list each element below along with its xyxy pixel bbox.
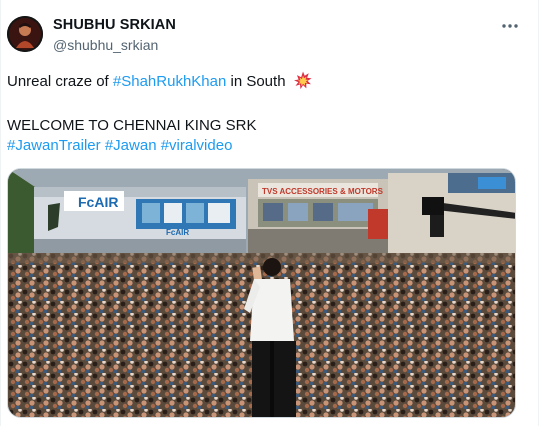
tweet-text-line-1: Unreal craze of #ShahRukhKhan in South [7, 71, 312, 91]
tweet-text-after: in South [226, 73, 286, 90]
hashtag-jawantrailer[interactable]: #JawanTrailer [7, 137, 101, 154]
avatar[interactable] [7, 16, 43, 52]
store-brand-sign-small: FcAIR [166, 228, 189, 237]
tweet-hashtags: #JawanTrailer #Jawan #viralvideo [7, 136, 232, 155]
tweet-video[interactable]: FcAIR FcAIR TVS ACCESSORIES & MOTORS [7, 168, 516, 418]
avatar-image [7, 16, 43, 52]
store-brand-sign: FcAIR [78, 194, 118, 210]
hashtag-shahrukhkhan[interactable]: #ShahRukhKhan [113, 73, 226, 90]
user-handle[interactable]: @shubhu_srkian [53, 37, 158, 53]
tweet-text-line-2: WELCOME TO CHENNAI KING SRK [7, 117, 257, 134]
collision-emoji [293, 71, 312, 89]
hashtag-viralvideo[interactable]: #viralvideo [161, 137, 233, 154]
hashtag-jawan[interactable]: #Jawan [105, 137, 157, 154]
more-options-icon[interactable] [499, 17, 521, 35]
tweet-card[interactable]: SHUBHU SRKIAN @shubhu_srkian Unreal craz… [0, 0, 539, 426]
video-frame: FcAIR FcAIR TVS ACCESSORIES & MOTORS [8, 169, 515, 417]
tweet-text-before: Unreal craze of [7, 73, 113, 90]
shop-banner: TVS ACCESSORIES & MOTORS [262, 187, 384, 196]
display-name[interactable]: SHUBHU SRKIAN [53, 17, 176, 33]
